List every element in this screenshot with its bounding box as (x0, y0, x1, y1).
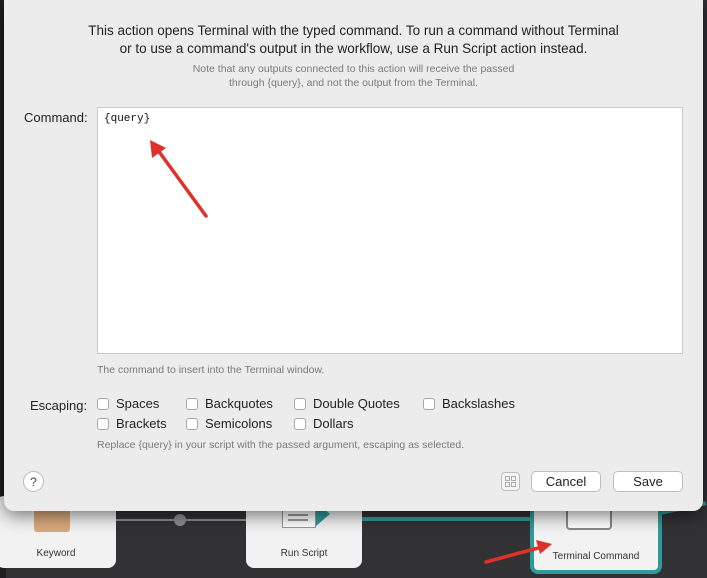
dialog-description: This action opens Terminal with the type… (4, 22, 703, 58)
checkbox-label: Semicolons (205, 416, 273, 431)
escape-double-quotes-checkbox[interactable]: Double Quotes (294, 396, 400, 411)
checkbox-box[interactable] (294, 417, 306, 430)
description-line: This action opens Terminal with the type… (88, 23, 619, 38)
checkbox-box[interactable] (294, 397, 306, 410)
annotation-arrow-icon (150, 140, 208, 218)
annotation-arrow-icon (484, 540, 552, 564)
node-label: Run Script (280, 548, 328, 559)
escaping-label: Escaping: (30, 398, 88, 413)
escape-brackets-checkbox[interactable]: Brackets (97, 416, 167, 431)
escape-semicolons-checkbox[interactable]: Semicolons (186, 416, 272, 431)
command-text: {query} (104, 113, 151, 125)
checkbox-box[interactable] (423, 397, 435, 410)
connection-dot[interactable] (174, 514, 186, 526)
command-label: Command: (24, 110, 88, 125)
save-button[interactable]: Save (613, 471, 683, 492)
note-line: Note that any outputs connected to this … (192, 63, 515, 75)
checkbox-label: Backslashes (442, 396, 515, 411)
checkbox-label: Double Quotes (313, 396, 400, 411)
checkbox-label: Brackets (116, 416, 167, 431)
checkbox-label: Spaces (116, 396, 160, 411)
checkbox-box[interactable] (97, 417, 109, 430)
terminal-command-dialog: This action opens Terminal with the type… (4, 0, 703, 511)
checkbox-box[interactable] (186, 417, 198, 430)
grid-icon[interactable] (501, 472, 520, 491)
checkbox-label: Dollars (313, 416, 354, 431)
checkbox-label: Backquotes (205, 396, 273, 411)
cancel-button[interactable]: Cancel (531, 471, 601, 492)
escaping-hint: Replace {query} in your script with the … (97, 439, 465, 451)
escape-backquotes-checkbox[interactable]: Backquotes (186, 396, 273, 411)
note-line: through {query}, and not the output from… (228, 77, 479, 89)
help-button[interactable]: ? (23, 471, 44, 492)
command-hint: The command to insert into the Terminal … (97, 364, 325, 376)
escape-dollars-checkbox[interactable]: Dollars (294, 416, 353, 431)
escape-spaces-checkbox[interactable]: Spaces (97, 396, 159, 411)
checkbox-box[interactable] (97, 397, 109, 410)
node-label: Keyword (36, 548, 76, 559)
connection-line-active (362, 517, 532, 521)
description-line: or to use a command's output in the work… (119, 41, 588, 56)
checkbox-box[interactable] (186, 397, 198, 410)
dialog-note: Note that any outputs connected to this … (4, 62, 703, 90)
escape-backslashes-checkbox[interactable]: Backslashes (423, 396, 515, 411)
